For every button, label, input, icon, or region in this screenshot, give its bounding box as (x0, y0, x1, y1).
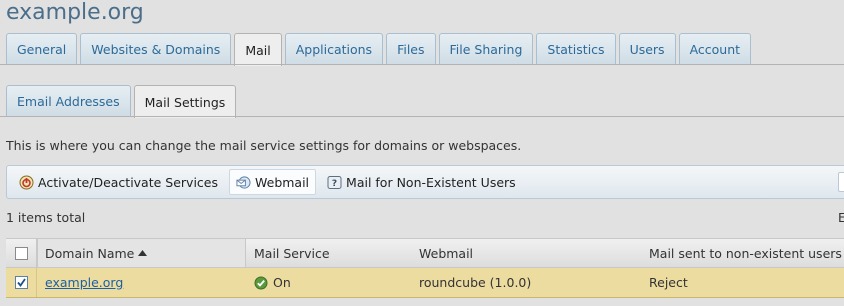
mail-nonexistent-users-button[interactable]: ? Mail for Non-Existent Users (320, 169, 523, 195)
svg-text:?: ? (332, 179, 337, 189)
tab-mail-settings[interactable]: Mail Settings (133, 85, 237, 118)
toolbar: Activate/Deactivate Services Webmail ? M… (6, 165, 844, 199)
header-mail-service[interactable]: Mail Service (254, 239, 330, 267)
webmail-icon (236, 175, 251, 190)
table-row[interactable]: example.org On roundcube (1.0.0) Reject (6, 268, 844, 298)
tab-account[interactable]: Account (678, 33, 752, 65)
tab-applications[interactable]: Applications (284, 33, 384, 65)
page-description: This is where you can change the mail se… (6, 138, 522, 153)
header-domain-label: Domain Name (45, 245, 135, 261)
nonexistent-cell: Reject (649, 275, 688, 290)
row-select-cell (6, 268, 37, 297)
webmail-label: Webmail (255, 174, 310, 190)
activate-deactivate-label: Activate/Deactivate Services (38, 174, 218, 190)
row-checkbox[interactable] (14, 276, 28, 289)
main-tabs-divider (0, 64, 844, 65)
tab-users[interactable]: Users (618, 33, 676, 65)
check-ok-icon (254, 276, 268, 290)
sort-asc-icon (138, 250, 148, 256)
tab-websites-domains[interactable]: Websites & Domains (80, 33, 232, 65)
power-icon (19, 175, 34, 190)
tab-files[interactable]: Files (386, 33, 436, 65)
tab-general[interactable]: General (6, 33, 78, 65)
webmail-cell: roundcube (1.0.0) (419, 275, 532, 290)
domain-link[interactable]: example.org (45, 275, 123, 290)
truncated-right-text: E (838, 210, 844, 225)
header-webmail[interactable]: Webmail (419, 239, 473, 267)
sub-tabs-divider (0, 116, 844, 117)
sub-tabs: Email Addresses Mail Settings (6, 85, 237, 118)
table-header: Domain Name Mail Service Webmail Mail se… (6, 238, 844, 268)
question-icon: ? (327, 175, 342, 190)
tab-statistics[interactable]: Statistics (536, 33, 616, 65)
header-nonexistent[interactable]: Mail sent to non-existent users (649, 239, 842, 267)
mail-service-value: On (273, 275, 291, 290)
items-total: 1 items total (6, 210, 86, 225)
select-all-cell (6, 239, 37, 267)
domains-table: Domain Name Mail Service Webmail Mail se… (6, 238, 844, 298)
activate-deactivate-button[interactable]: Activate/Deactivate Services (12, 169, 225, 195)
mail-nonexistent-users-label: Mail for Non-Existent Users (346, 174, 516, 190)
header-domain-name[interactable]: Domain Name (37, 239, 246, 267)
select-all-checkbox[interactable] (14, 246, 28, 260)
page-title: example.org (6, 0, 144, 25)
mail-service-cell: On (254, 268, 291, 297)
tab-file-sharing[interactable]: File Sharing (438, 33, 534, 65)
tab-mail[interactable]: Mail (234, 33, 282, 66)
tab-email-addresses[interactable]: Email Addresses (6, 85, 131, 117)
main-tabs: General Websites & Domains Mail Applicat… (6, 33, 752, 66)
domain-cell: example.org (45, 268, 123, 297)
toolbar-search-box[interactable] (838, 172, 844, 192)
webmail-button[interactable]: Webmail (229, 169, 317, 195)
